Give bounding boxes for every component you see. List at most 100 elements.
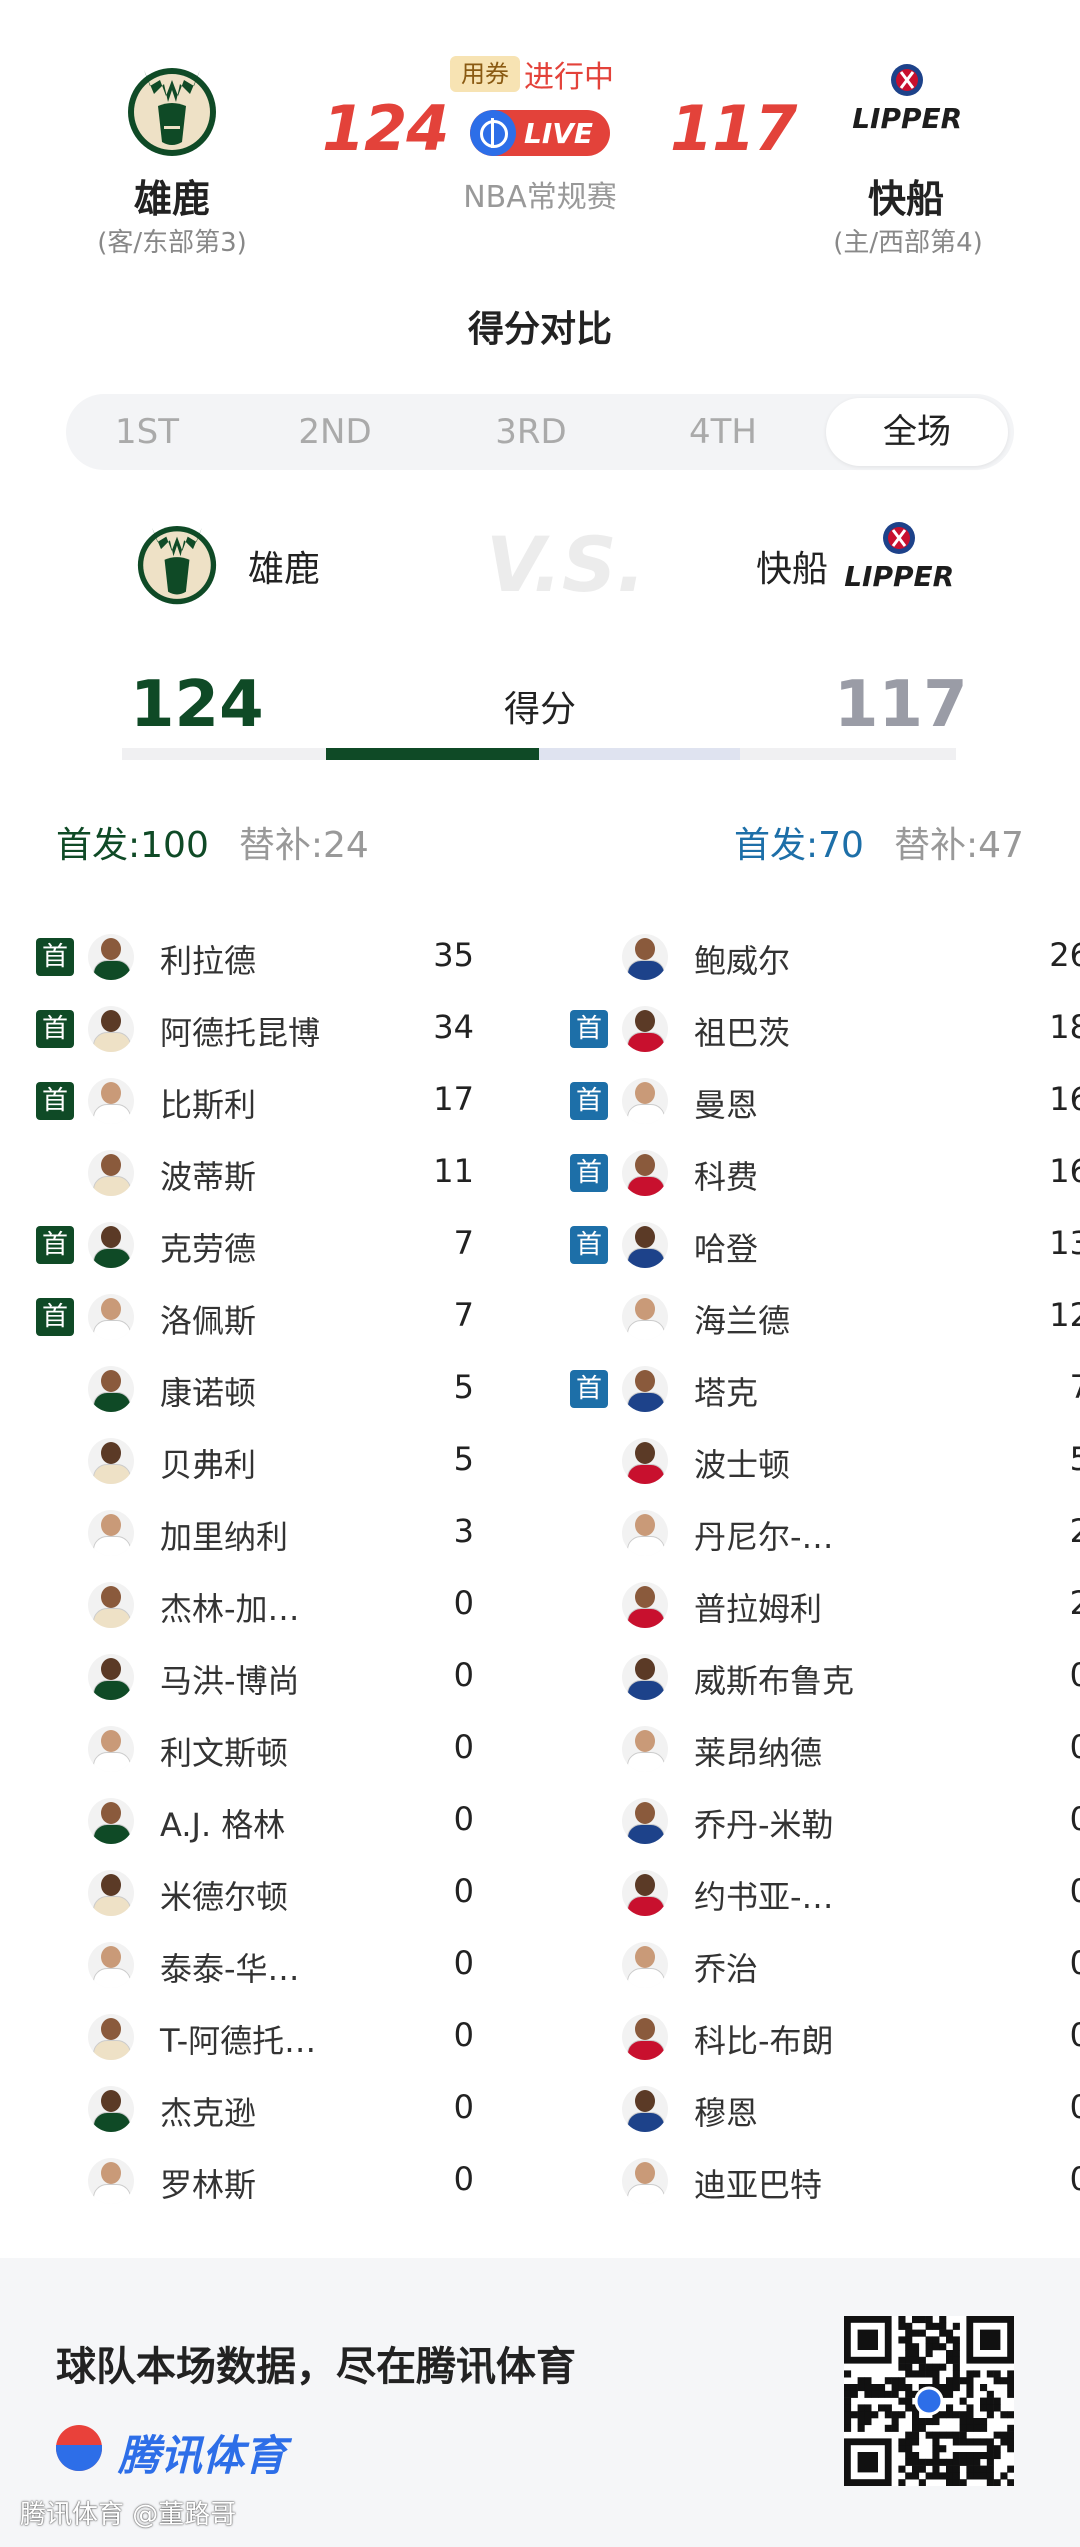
player-avatar bbox=[88, 1006, 134, 1052]
player-points: 0 bbox=[453, 2160, 474, 2198]
right-team-name: 快船 bbox=[756, 549, 829, 590]
player-avatar bbox=[622, 1366, 668, 1412]
tab-full-game[interactable]: 全场 bbox=[826, 398, 1008, 466]
player-row[interactable]: 科比-布朗 0 bbox=[570, 2002, 1080, 2074]
player-row[interactable]: 波士顿 5 bbox=[570, 1426, 1080, 1498]
away-team-name[interactable]: 雄鹿 bbox=[112, 168, 232, 223]
player-points: 0 bbox=[1069, 1944, 1080, 1982]
player-row[interactable]: 首 阿德托昆博 34 bbox=[36, 994, 486, 1066]
player-points: 5 bbox=[453, 1440, 474, 1478]
player-avatar bbox=[622, 1294, 668, 1340]
player-row[interactable]: 首 塔克 7 bbox=[570, 1354, 1080, 1426]
player-row[interactable]: 穆恩 0 bbox=[570, 2074, 1080, 2146]
player-avatar bbox=[622, 1798, 668, 1844]
right-starters-points: 首发:70 bbox=[734, 825, 864, 866]
player-row[interactable]: 杰林-加… 0 bbox=[36, 1570, 486, 1642]
player-row[interactable]: 莱昂纳德 0 bbox=[570, 1714, 1080, 1786]
tab-3rd[interactable]: 3RD bbox=[476, 394, 586, 470]
watermark: 腾讯体育 @董路哥 bbox=[20, 2500, 237, 2530]
player-row[interactable]: 首 克劳德 7 bbox=[36, 1210, 486, 1282]
right-team-logo: CLIPPERS bbox=[824, 518, 974, 606]
player-points: 18 bbox=[1049, 1008, 1080, 1046]
game-status: 进行中 bbox=[524, 60, 614, 95]
player-points: 2 bbox=[1069, 1512, 1080, 1550]
player-points: 35 bbox=[433, 936, 474, 974]
player-row[interactable]: A.J. 格林 0 bbox=[36, 1786, 486, 1858]
svg-text:CLIPPERS: CLIPPERS bbox=[852, 102, 962, 135]
player-name: 杰林-加… bbox=[160, 1590, 300, 1628]
player-row[interactable]: 泰泰-华… 0 bbox=[36, 1930, 486, 2002]
player-row[interactable]: 罗林斯 0 bbox=[36, 2146, 486, 2218]
player-name: 利拉德 bbox=[160, 942, 257, 980]
player-avatar bbox=[622, 1222, 668, 1268]
player-row[interactable]: 首 比斯利 17 bbox=[36, 1066, 486, 1138]
player-row[interactable]: 乔治 0 bbox=[570, 1930, 1080, 2002]
player-name: 科费 bbox=[694, 1158, 759, 1196]
league-label: NBA常规赛 bbox=[463, 180, 617, 215]
player-row[interactable]: 海兰德 12 bbox=[570, 1282, 1080, 1354]
home-team-name[interactable]: 快船 bbox=[846, 168, 966, 223]
home-team-logo[interactable]: CLIPPERS bbox=[832, 60, 982, 148]
player-row[interactable]: 乔丹-米勒 0 bbox=[570, 1786, 1080, 1858]
player-row[interactable]: 鲍威尔 26 bbox=[570, 922, 1080, 994]
player-row[interactable]: 首 利拉德 35 bbox=[36, 922, 486, 994]
player-name: 莱昂纳德 bbox=[694, 1734, 823, 1772]
player-row[interactable]: 约书亚-… 0 bbox=[570, 1858, 1080, 1930]
player-row[interactable]: 普拉姆利 2 bbox=[570, 1570, 1080, 1642]
player-row[interactable]: 波蒂斯 11 bbox=[36, 1138, 486, 1210]
left-team-name: 雄鹿 bbox=[248, 549, 321, 590]
player-name: 乔治 bbox=[694, 1950, 759, 1988]
player-row[interactable]: 威斯布鲁克 0 bbox=[570, 1642, 1080, 1714]
player-points: 11 bbox=[433, 1152, 474, 1190]
player-points: 0 bbox=[1069, 1872, 1080, 1910]
player-row[interactable]: 加里纳利 3 bbox=[36, 1498, 486, 1570]
player-row[interactable]: 首 祖巴茨 18 bbox=[570, 994, 1080, 1066]
player-avatar bbox=[88, 1438, 134, 1484]
player-row[interactable]: 利文斯顿 0 bbox=[36, 1714, 486, 1786]
tab-1st[interactable]: 1ST bbox=[92, 394, 202, 470]
coupon-tag[interactable]: 用券 bbox=[450, 56, 520, 92]
player-name: 穆恩 bbox=[694, 2094, 759, 2132]
tab-4th[interactable]: 4TH bbox=[668, 394, 778, 470]
player-points: 3 bbox=[453, 1512, 474, 1550]
player-row[interactable]: 首 曼恩 16 bbox=[570, 1066, 1080, 1138]
starter-badge: 首 bbox=[570, 1010, 608, 1048]
player-points: 0 bbox=[453, 1728, 474, 1766]
brand-name: 腾讯体育 bbox=[118, 2431, 287, 2480]
starter-badge: 首 bbox=[570, 1154, 608, 1192]
player-avatar bbox=[88, 1870, 134, 1916]
player-name: 迪亚巴特 bbox=[694, 2166, 823, 2204]
player-row[interactable]: 首 洛佩斯 7 bbox=[36, 1282, 486, 1354]
player-avatar bbox=[88, 1150, 134, 1196]
player-row[interactable]: 米德尔顿 0 bbox=[36, 1858, 486, 1930]
player-row[interactable]: 迪亚巴特 0 bbox=[570, 2146, 1080, 2218]
player-row[interactable]: 马洪-博尚 0 bbox=[36, 1642, 486, 1714]
player-avatar bbox=[622, 1726, 668, 1772]
player-avatar bbox=[88, 1582, 134, 1628]
player-name: 约书亚-… bbox=[694, 1878, 834, 1916]
player-row[interactable]: 杰克逊 0 bbox=[36, 2074, 486, 2146]
player-points: 16 bbox=[1049, 1152, 1080, 1190]
player-row[interactable]: 首 科费 16 bbox=[570, 1138, 1080, 1210]
player-points: 7 bbox=[453, 1224, 474, 1262]
tab-2nd[interactable]: 2ND bbox=[280, 394, 390, 470]
player-row[interactable]: 丹尼尔-… 2 bbox=[570, 1498, 1080, 1570]
player-name: T-阿德托… bbox=[160, 2022, 317, 2060]
player-avatar bbox=[88, 1654, 134, 1700]
player-row[interactable]: T-阿德托… 0 bbox=[36, 2002, 486, 2074]
player-name: 杰克逊 bbox=[160, 2094, 257, 2132]
player-name: 乔丹-米勒 bbox=[694, 1806, 834, 1844]
player-row[interactable]: 康诺顿 5 bbox=[36, 1354, 486, 1426]
qr-code[interactable] bbox=[844, 2316, 1015, 2487]
player-row[interactable]: 首 哈登 13 bbox=[570, 1210, 1080, 1282]
live-badge[interactable]: LIVE bbox=[470, 110, 610, 156]
starter-badge: 首 bbox=[570, 1370, 608, 1408]
left-team-logo bbox=[134, 510, 220, 606]
vs-mark: V.S. bbox=[486, 520, 646, 609]
left-bench-summary: 首发:100 替补:24 bbox=[56, 816, 369, 868]
player-name: 加里纳利 bbox=[160, 1518, 289, 1556]
player-points: 12 bbox=[1049, 1296, 1080, 1334]
player-row[interactable]: 贝弗利 5 bbox=[36, 1426, 486, 1498]
away-team-logo[interactable] bbox=[124, 50, 220, 158]
player-points: 0 bbox=[1069, 2016, 1080, 2054]
